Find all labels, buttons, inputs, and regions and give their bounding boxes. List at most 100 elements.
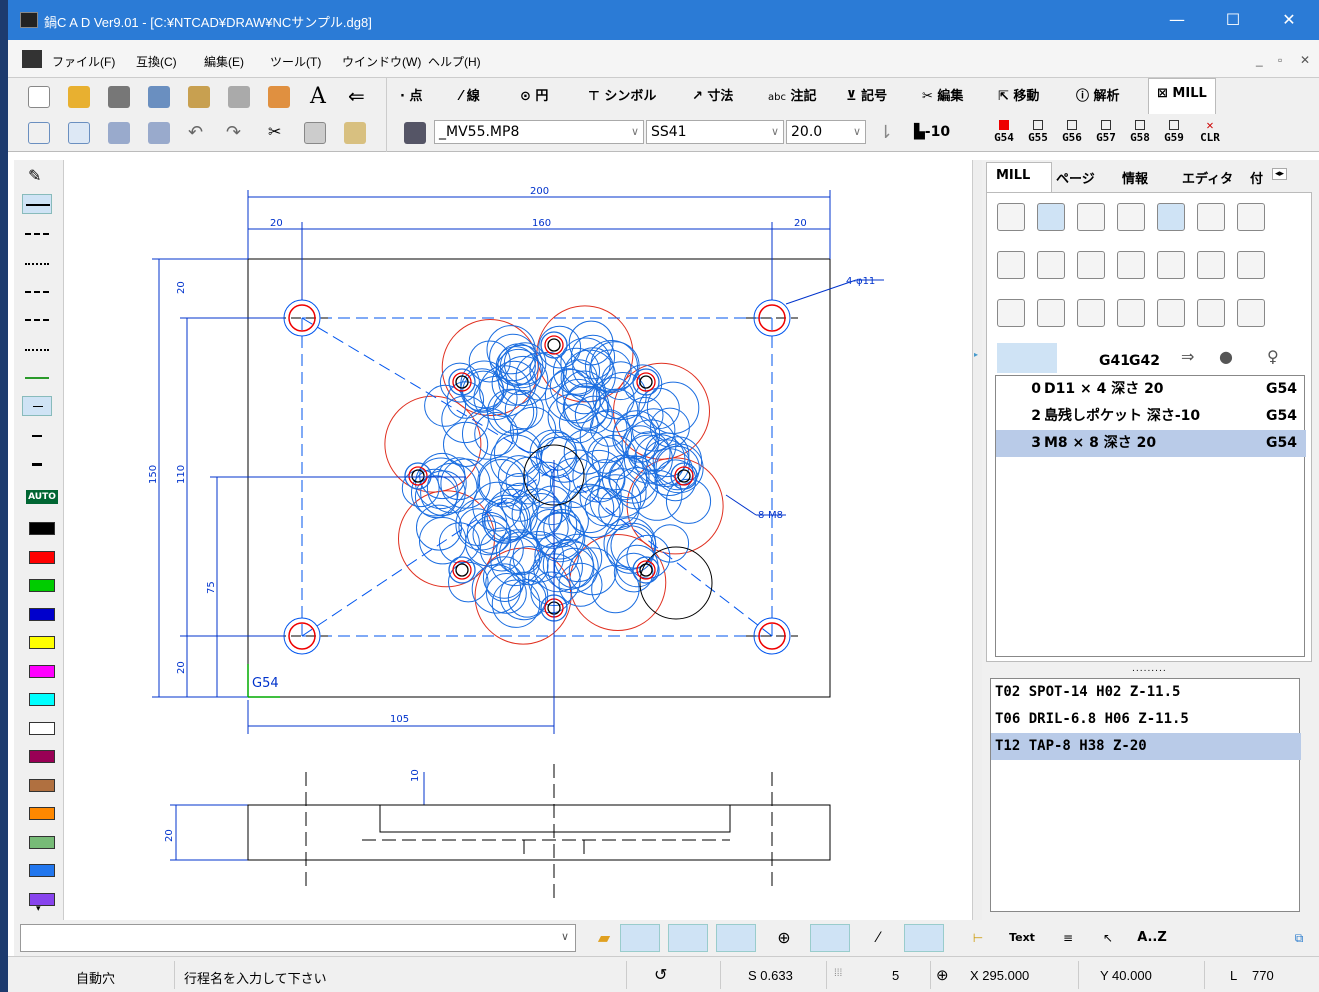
z-depth-button[interactable]: ▙-10: [914, 124, 950, 140]
color-swatch[interactable]: [29, 835, 55, 849]
clr-button[interactable]: ✕ CLR: [1194, 119, 1226, 150]
pan-hand-icon[interactable]: [268, 86, 290, 108]
tool-probe-icon[interactable]: ⇂: [878, 122, 893, 143]
text-font-icon[interactable]: A: [310, 84, 326, 109]
list-divider-grip[interactable]: .........: [1132, 664, 1167, 674]
menu-tools[interactable]: ツール(T): [270, 53, 321, 70]
linetype-dashdot[interactable]: [22, 282, 52, 302]
operation-row[interactable]: 3 M8 × 8 深さ 20 G54: [996, 430, 1306, 457]
linetype-solid[interactable]: [22, 194, 52, 214]
g58-button[interactable]: G58: [1124, 120, 1156, 150]
operation-row[interactable]: 2 島残しポケット 深さ-10 G54: [996, 403, 1306, 430]
linetype-chain[interactable]: [22, 310, 52, 330]
g41-button[interactable]: G41: [1099, 353, 1130, 369]
g42-contour-icon[interactable]: [1117, 251, 1145, 279]
color-swatch[interactable]: [29, 664, 55, 678]
paste-icon[interactable]: [344, 122, 366, 144]
color-swatch[interactable]: [29, 607, 55, 621]
panel-splitter[interactable]: ▸: [972, 160, 982, 920]
chevron-down-icon[interactable]: ∨: [561, 930, 569, 943]
number-tool-icon[interactable]: ⊢: [958, 924, 998, 952]
select-icon[interactable]: ↖: [1088, 924, 1128, 952]
g41-contour-icon[interactable]: [1077, 251, 1105, 279]
layer-icon[interactable]: ≡: [1048, 924, 1088, 952]
zoom-window-icon[interactable]: [28, 122, 50, 144]
zigzag-icon[interactable]: [1237, 251, 1265, 279]
lineweight-thin[interactable]: [22, 396, 52, 416]
linetype-fine-dot[interactable]: [22, 340, 52, 360]
step-icon[interactable]: [1157, 251, 1185, 279]
g59-button[interactable]: G59: [1158, 120, 1190, 150]
tool-holder2-icon[interactable]: [1237, 299, 1265, 327]
tab-dimension[interactable]: ↗ 寸法: [692, 84, 733, 110]
arrow-left-icon[interactable]: ⇐: [348, 84, 365, 108]
tool-down-icon[interactable]: [1157, 203, 1185, 231]
color-swatch[interactable]: [29, 522, 55, 535]
tab-line[interactable]: ⁄ 線: [460, 84, 480, 110]
print-icon[interactable]: [228, 86, 250, 108]
color-swatch[interactable]: [29, 892, 55, 906]
lineweight-thick[interactable]: [22, 454, 52, 474]
redo-icon[interactable]: ↷: [226, 122, 241, 143]
g55-button[interactable]: G55: [1022, 120, 1054, 150]
g54-button[interactable]: G54: [988, 120, 1020, 150]
menu-edit[interactable]: 編集(E): [204, 53, 244, 70]
list-icon[interactable]: [1077, 299, 1105, 327]
color-swatch[interactable]: [29, 750, 55, 763]
tool-step-icon[interactable]: [1197, 203, 1225, 231]
mill-pick-icon[interactable]: [997, 203, 1025, 231]
tab-point[interactable]: · 点: [400, 84, 422, 110]
g42-button[interactable]: G42: [1129, 353, 1160, 369]
snap-endpoint-button[interactable]: [620, 924, 660, 952]
tab-mill[interactable]: ⊠ MILL: [1148, 78, 1216, 114]
machine-select[interactable]: _MV55.MP8 ∨: [434, 120, 644, 144]
linetype-green[interactable]: [22, 368, 52, 388]
color-swatch[interactable]: [29, 864, 55, 877]
maximize-button[interactable]: ☐: [1204, 0, 1262, 40]
cycle-icon[interactable]: [1037, 299, 1065, 327]
off-icon[interactable]: [1117, 203, 1145, 231]
lineweight-medium[interactable]: [22, 426, 52, 446]
g57-button[interactable]: G57: [1090, 120, 1122, 150]
snap-midpoint-button[interactable]: [716, 924, 756, 952]
tool-row[interactable]: T06 DRIL-6.8 H06 Z-11.5: [991, 706, 1301, 733]
pin-icon[interactable]: ♀: [1267, 347, 1291, 369]
auto-hole-icon[interactable]: [1037, 203, 1065, 231]
rtab-info[interactable]: 情報: [1122, 168, 1148, 187]
tab-analyze[interactable]: ⓘ 解析: [1076, 84, 1120, 110]
material-select[interactable]: SS41 ∨: [646, 120, 784, 144]
menu-window[interactable]: ウインドウ(W): [342, 53, 421, 70]
copy-icon[interactable]: [304, 122, 326, 144]
menu-file[interactable]: ファイル(F): [52, 53, 115, 70]
arrow-right-icon[interactable]: ⇒: [1181, 347, 1205, 369]
undo-icon[interactable]: ↶: [188, 122, 203, 143]
mdi-restore-button[interactable]: ▫: [1278, 53, 1282, 67]
rotate-icon[interactable]: [1117, 299, 1145, 327]
snap-intersection-button[interactable]: [668, 924, 708, 952]
bulb-icon[interactable]: ●: [1219, 347, 1243, 369]
zoom-out-icon[interactable]: [148, 122, 170, 144]
rtab-mill[interactable]: MILL: [996, 168, 1030, 183]
drawing-canvas[interactable]: 200 20 160 20 20 150 110 75 20 105 10 20…: [66, 160, 972, 920]
command-input[interactable]: ∨: [20, 924, 576, 952]
linetype-dotted[interactable]: [22, 254, 52, 274]
cut-icon[interactable]: ✂: [268, 122, 281, 141]
text-tool-button[interactable]: Text: [1002, 924, 1042, 952]
grid-icon[interactable]: ⁞⁞⁞: [834, 968, 842, 979]
color-swatch[interactable]: [29, 778, 55, 792]
mdi-minimize-button[interactable]: _: [1256, 53, 1263, 67]
mdi-close-button[interactable]: ✕: [1300, 53, 1310, 67]
color-swatch[interactable]: [29, 636, 55, 649]
tab-note[interactable]: abc 注記: [768, 84, 817, 110]
rtab-editor[interactable]: エディタ: [1182, 168, 1233, 187]
machine-icon[interactable]: [404, 122, 426, 144]
external-icon[interactable]: ⧉: [1284, 924, 1314, 952]
save-icon[interactable]: [108, 86, 130, 108]
palette-scroll-down-icon[interactable]: ▾: [36, 904, 41, 914]
refresh-icon[interactable]: ↺: [654, 965, 667, 985]
zoom-all-icon[interactable]: [68, 122, 90, 144]
sort-button[interactable]: A..Z: [1132, 924, 1172, 952]
tool-up-icon[interactable]: [1237, 203, 1265, 231]
snap-object-button[interactable]: [904, 924, 944, 952]
properties-icon[interactable]: [188, 86, 210, 108]
